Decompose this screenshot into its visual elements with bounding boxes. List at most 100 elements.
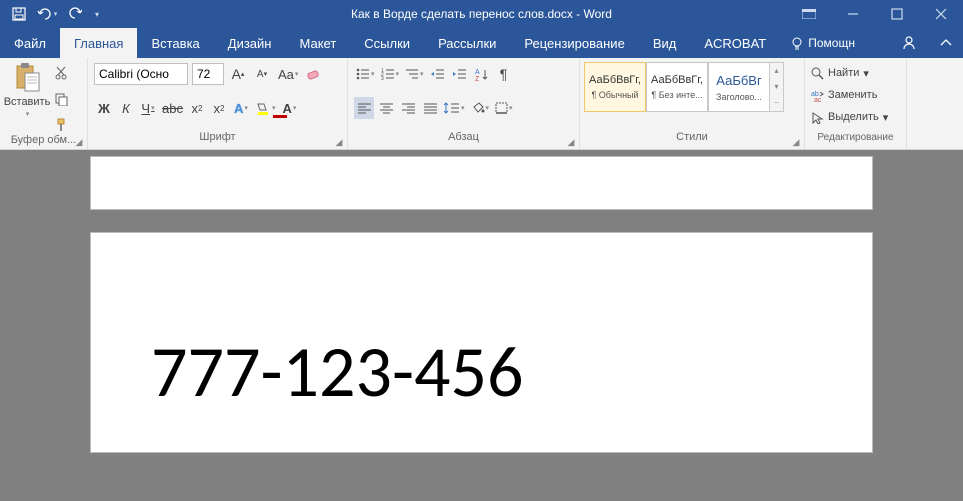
align-left-button[interactable] [354, 97, 374, 119]
paste-button[interactable]: Вставить ▾ [6, 62, 48, 118]
save-button[interactable] [6, 3, 32, 25]
paragraph-launcher[interactable]: ◢ [565, 136, 577, 148]
brush-icon [54, 118, 68, 132]
svg-text:Z: Z [475, 76, 480, 81]
document-page[interactable]: 777-123-456 [90, 232, 873, 453]
change-case-button[interactable]: Aa▾ [276, 63, 300, 85]
borders-button[interactable]: ▾ [493, 97, 515, 119]
title-bar: ▾ ▾ Как в Ворде сделать перенос слов.doc… [0, 0, 963, 28]
line-spacing-icon [444, 102, 460, 114]
style-heading1[interactable]: АаБбВг Заголово... [708, 62, 770, 112]
format-painter-button[interactable] [52, 116, 70, 134]
paste-icon [11, 62, 43, 94]
document-text[interactable]: 777-123-456 [151, 333, 812, 412]
tab-references[interactable]: Ссылки [350, 28, 424, 58]
replace-label: Заменить [828, 89, 877, 101]
underline-button[interactable]: Ч▾ [138, 97, 158, 119]
styles-gallery-more[interactable]: ▴ ▾ ⎯ [770, 62, 784, 112]
qat-customize-button[interactable]: ▾ [90, 3, 104, 25]
close-button[interactable] [919, 0, 963, 28]
tell-me[interactable]: Помощн [780, 28, 865, 58]
group-paragraph: ▾ 123▾ ▾ AZ ¶ ▾ ▾ ▾ Абзац ◢ [348, 58, 580, 149]
select-label: Выделить [828, 111, 879, 123]
copy-button[interactable] [52, 90, 70, 108]
redo-button[interactable] [62, 3, 88, 25]
bullets-button[interactable]: ▾ [354, 63, 377, 85]
previous-page-bottom [90, 156, 873, 210]
align-center-icon [380, 103, 393, 114]
find-label: Найти [828, 67, 859, 79]
justify-button[interactable] [420, 97, 440, 119]
svg-text:A: A [475, 69, 480, 76]
shading-button[interactable]: ▾ [469, 97, 492, 119]
styles-launcher[interactable]: ◢ [790, 136, 802, 148]
tab-design[interactable]: Дизайн [214, 28, 286, 58]
cut-button[interactable] [52, 64, 70, 82]
ribbon-options-button[interactable] [787, 0, 831, 28]
shrink-font-button[interactable]: A▾ [252, 63, 272, 85]
tab-view[interactable]: Вид [639, 28, 691, 58]
superscript-button[interactable]: x2 [209, 97, 229, 119]
eraser-icon [306, 67, 322, 81]
align-right-button[interactable] [398, 97, 418, 119]
font-name-input[interactable] [94, 63, 188, 85]
cursor-icon [811, 111, 824, 124]
ribbon: Вставить ▾ Буфер обм... ◢ A▴ A▾ Aa▾ [0, 58, 963, 150]
sort-button[interactable]: AZ [472, 63, 492, 85]
paste-label: Вставить [4, 96, 51, 108]
tab-layout[interactable]: Макет [285, 28, 350, 58]
bucket-icon [471, 102, 485, 114]
group-styles: АаБбВвГг, ¶ Обычный АаБбВвГг, ¶ Без инте… [580, 58, 805, 149]
text-effects-button[interactable]: A▾ [231, 97, 251, 119]
grow-font-button[interactable]: A▴ [228, 63, 248, 85]
group-font: A▴ A▾ Aa▾ Ж К Ч▾ abc x2 x2 A▾ ▾ A▾ Шрифт… [88, 58, 348, 149]
undo-button[interactable]: ▾ [34, 3, 60, 25]
search-icon [811, 67, 824, 80]
style-preview: АаБбВвГг, [651, 74, 703, 86]
minimize-button[interactable] [831, 0, 875, 28]
styles-group-label: Стили [580, 131, 804, 149]
font-size-input[interactable] [192, 63, 224, 85]
find-button[interactable]: Найти▾ [807, 62, 873, 84]
style-normal[interactable]: АаБбВвГг, ¶ Обычный [584, 62, 646, 112]
strike-button[interactable]: abc [160, 97, 185, 119]
tab-home[interactable]: Главная [60, 28, 137, 58]
share-icon [901, 35, 917, 51]
document-area: 777-123-456 [0, 150, 963, 501]
line-spacing-button[interactable]: ▾ [442, 97, 467, 119]
tab-file[interactable]: Файл [0, 28, 60, 58]
replace-button[interactable]: abacЗаменить [807, 84, 881, 106]
sort-icon: AZ [475, 68, 489, 81]
align-left-icon [358, 103, 371, 114]
italic-button[interactable]: К [116, 97, 136, 119]
bold-button[interactable]: Ж [94, 97, 114, 119]
numbering-button[interactable]: 123▾ [379, 63, 402, 85]
tab-acrobat[interactable]: ACROBAT [690, 28, 780, 58]
decrease-indent-button[interactable] [428, 63, 448, 85]
group-editing: Найти▾ abacЗаменить Выделить▾ Редактиров… [805, 58, 907, 149]
multilevel-list-button[interactable]: ▾ [403, 63, 426, 85]
align-center-button[interactable] [376, 97, 396, 119]
group-clipboard: Вставить ▾ Буфер обм... ◢ [0, 58, 88, 149]
font-launcher[interactable]: ◢ [333, 136, 345, 148]
select-button[interactable]: Выделить▾ [807, 106, 892, 128]
paragraph-group-label: Абзац [348, 131, 579, 149]
clipboard-launcher[interactable]: ◢ [73, 136, 85, 148]
clear-formatting-button[interactable] [304, 63, 324, 85]
share-button[interactable] [889, 28, 929, 58]
show-marks-button[interactable]: ¶ [494, 63, 514, 85]
scissors-icon [54, 66, 68, 80]
tab-review[interactable]: Рецензирование [510, 28, 638, 58]
lightbulb-icon [790, 36, 804, 50]
style-preview: АаБбВг [716, 73, 761, 88]
ribbon-tabs: Файл Главная Вставка Дизайн Макет Ссылки… [0, 28, 963, 58]
font-color-button[interactable]: A▾ [279, 97, 299, 119]
style-no-spacing[interactable]: АаБбВвГг, ¶ Без инте... [646, 62, 708, 112]
tab-insert[interactable]: Вставка [137, 28, 213, 58]
subscript-button[interactable]: x2 [187, 97, 207, 119]
collapse-ribbon-button[interactable] [929, 28, 963, 58]
maximize-button[interactable] [875, 0, 919, 28]
increase-indent-button[interactable] [450, 63, 470, 85]
tab-mailings[interactable]: Рассылки [424, 28, 510, 58]
font-group-label: Шрифт [88, 131, 347, 149]
